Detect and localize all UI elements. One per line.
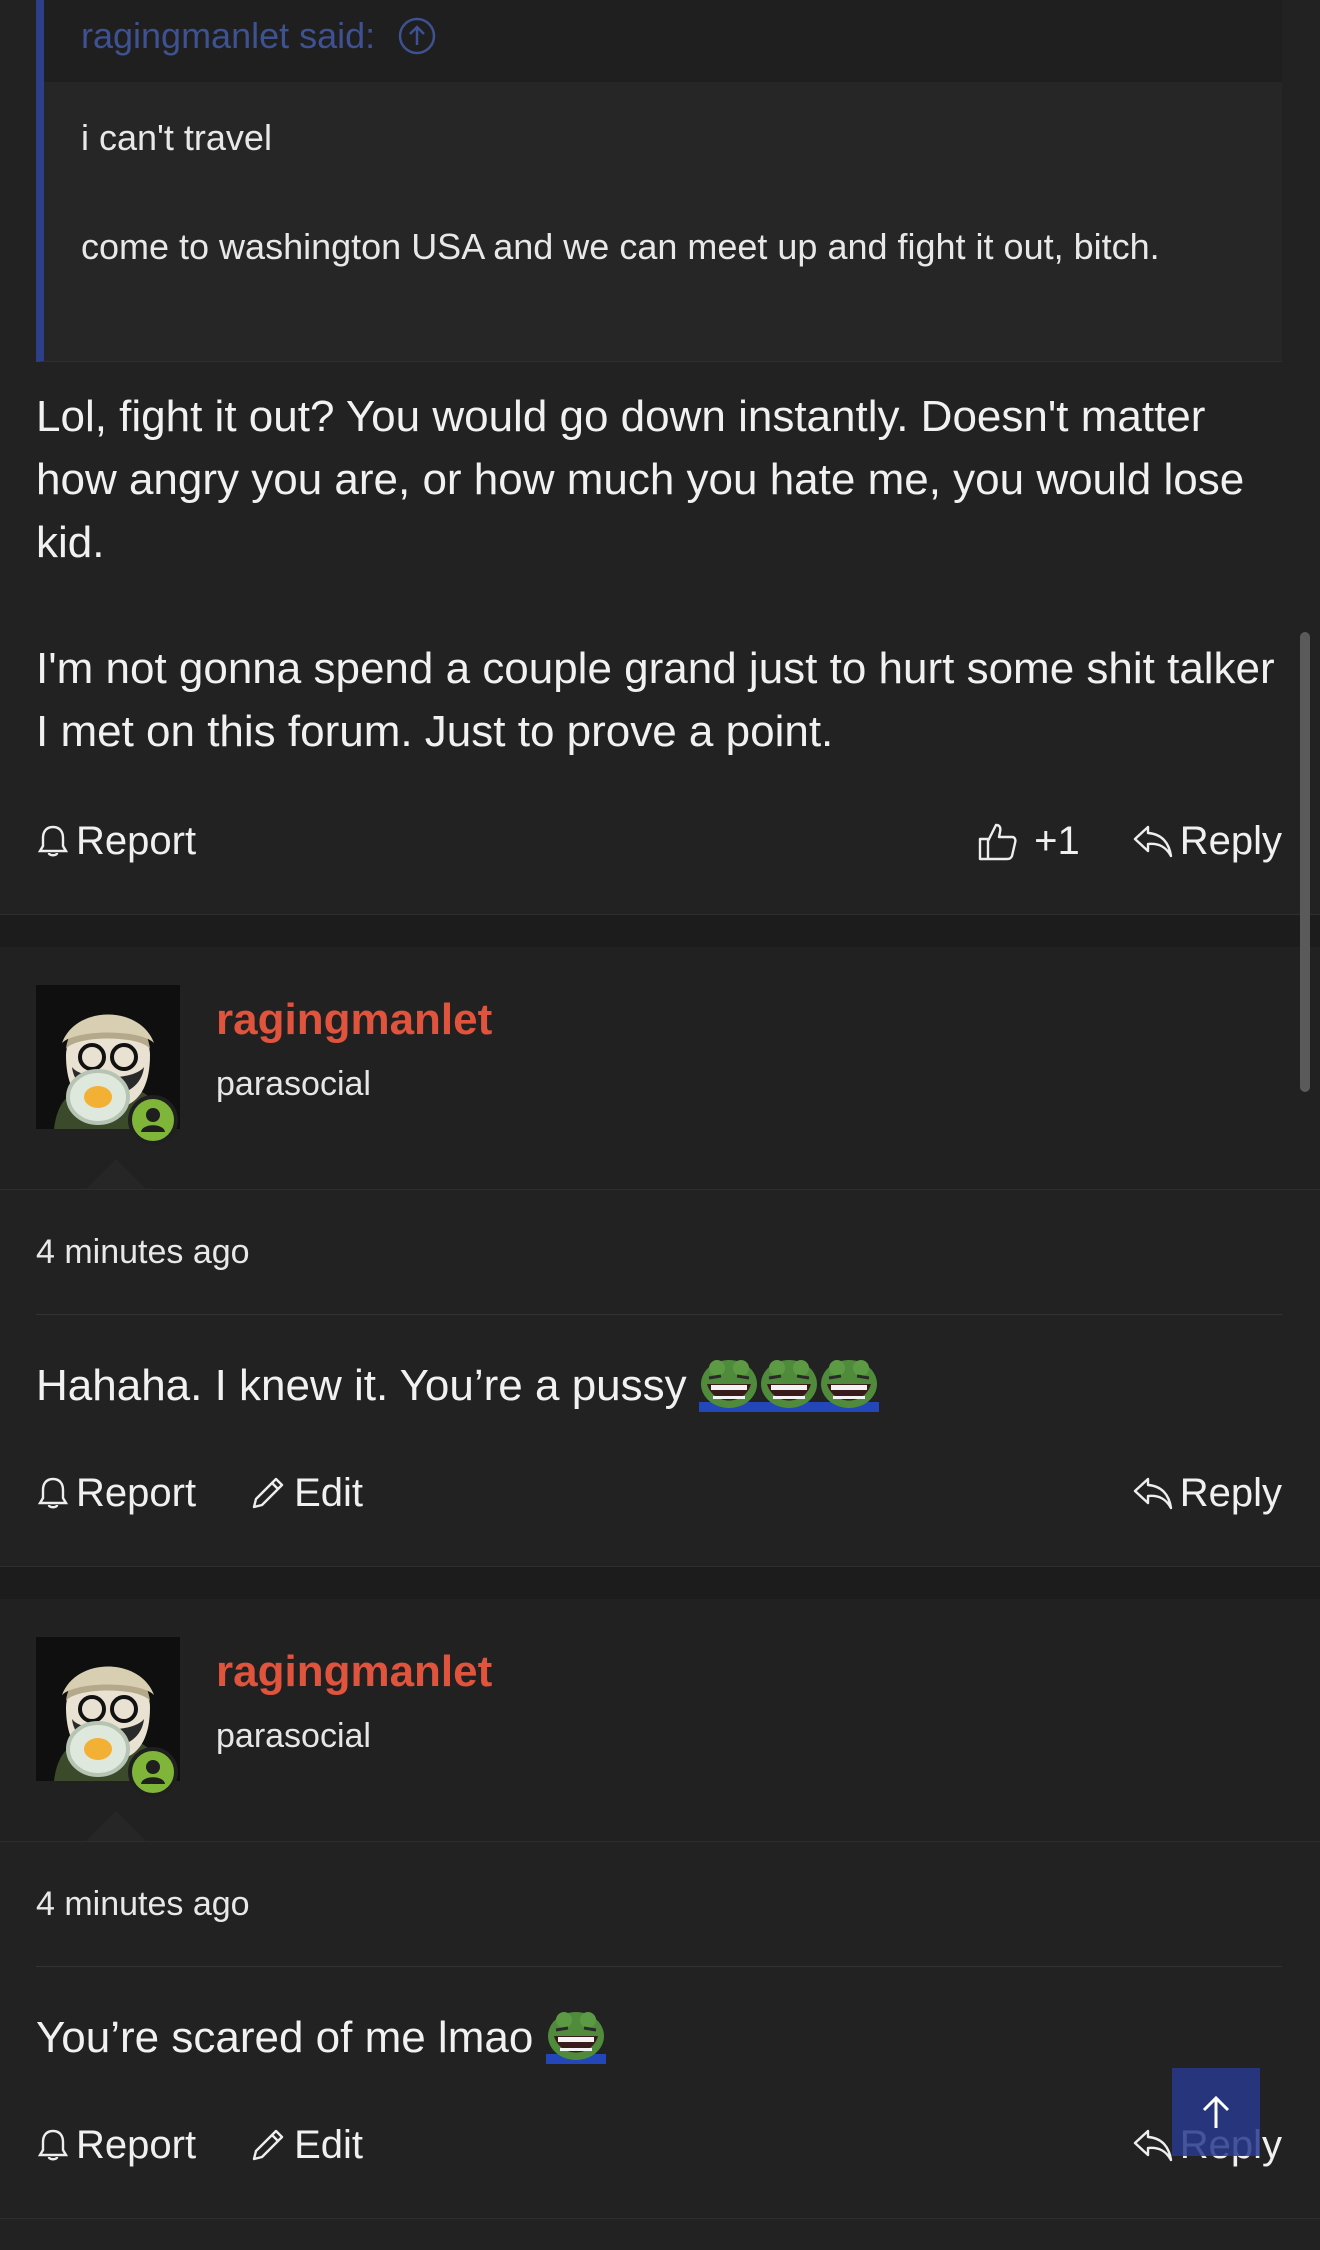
- header-pointer: [86, 1811, 146, 1841]
- header-pointer: [86, 1159, 146, 1189]
- like-count: +1: [1034, 818, 1080, 863]
- circle-arrow-up-icon[interactable]: [397, 16, 437, 56]
- quote-attribution-bar[interactable]: ragingmanlet said:: [44, 0, 1282, 82]
- laughing-frog-emote-icon: [698, 1354, 879, 1417]
- laughing-frog-emote-icon: [545, 2006, 606, 2069]
- report-label: Report: [76, 818, 197, 863]
- post-timestamp[interactable]: 4 minutes ago: [36, 1233, 250, 1272]
- quote-block: ragingmanlet said: i can't travel come t…: [36, 0, 1282, 362]
- post-timestamp[interactable]: 4 minutes ago: [36, 1885, 250, 1924]
- scroll-to-top-button[interactable]: [1172, 2068, 1260, 2156]
- pencil-icon: [252, 2129, 284, 2161]
- reply-arrow-icon: [1133, 1477, 1172, 1510]
- post-text: You’re scared of me lmao: [36, 2013, 534, 2062]
- divider: [36, 1966, 1282, 1967]
- divider: [36, 1314, 1282, 1315]
- username[interactable]: ragingmanlet: [216, 995, 492, 1045]
- edit-label: Edit: [294, 2122, 363, 2167]
- bell-icon: [37, 2129, 69, 2161]
- post-paragraph: Lol, fight it out? You would go down ins…: [36, 392, 1245, 567]
- post-user-header: ragingmanlet parasocial: [0, 947, 1320, 1189]
- thread-page: ragingmanlet said: i can't travel come t…: [0, 0, 1320, 2250]
- username[interactable]: ragingmanlet: [216, 1647, 492, 1697]
- reply-button[interactable]: Reply: [1132, 1471, 1282, 1516]
- report-label: Report: [76, 2122, 197, 2167]
- avatar[interactable]: [36, 1637, 180, 1797]
- bell-icon: [37, 1477, 69, 1509]
- report-label: Report: [76, 1470, 197, 1515]
- edit-label: Edit: [294, 1470, 363, 1515]
- reply-label: Reply: [1179, 1470, 1282, 1515]
- post-gap: [0, 915, 1320, 947]
- pencil-icon: [252, 1477, 284, 1509]
- bell-icon: [37, 825, 69, 857]
- quote-line: come to washington USA and we can meet u…: [81, 226, 1160, 267]
- reply-arrow-icon: [1133, 825, 1172, 858]
- divider: [0, 1189, 1320, 1190]
- quote-line: i can't travel: [81, 117, 272, 158]
- like-button[interactable]: +1: [976, 819, 1080, 864]
- edit-button[interactable]: Edit: [248, 2123, 363, 2168]
- thumbs-up-icon: [978, 823, 1017, 861]
- quote-body: i can't travel come to washington USA an…: [44, 82, 1282, 274]
- reply-button[interactable]: Reply: [1132, 819, 1282, 864]
- user-title: parasocial: [216, 1717, 371, 1755]
- post-actions: Report +1 Reply: [36, 806, 1282, 876]
- reply-label: Reply: [1179, 818, 1282, 863]
- post-paragraph: I'm not gonna spend a couple grand just …: [36, 644, 1275, 756]
- online-status-badge: [128, 1747, 178, 1797]
- arrow-up-icon: [1202, 2095, 1230, 2128]
- quote-attribution[interactable]: ragingmanlet said:: [81, 15, 375, 57]
- post-gap: [0, 1567, 1320, 1599]
- user-title: parasocial: [216, 1065, 371, 1103]
- post-text: Hahaha. I knew it. You’re a pussy: [36, 1361, 687, 1410]
- post-user-header: ragingmanlet parasocial: [0, 1599, 1320, 1841]
- post-actions: Report Edit Reply: [36, 1458, 1282, 1528]
- report-button[interactable]: Report: [36, 1471, 196, 1516]
- post-actions: Report Edit Reply: [36, 2110, 1282, 2180]
- avatar[interactable]: [36, 985, 180, 1145]
- report-button[interactable]: Report: [36, 819, 196, 864]
- online-status-badge: [128, 1095, 178, 1145]
- post-body: You’re scared of me lmao: [36, 2006, 1286, 2069]
- edit-button[interactable]: Edit: [248, 1471, 363, 1516]
- scrollbar-thumb[interactable]: [1300, 632, 1310, 1092]
- report-button[interactable]: Report: [36, 2123, 196, 2168]
- post-body: Lol, fight it out? You would go down ins…: [36, 385, 1286, 763]
- post-body: Hahaha. I knew it. You’re a pussy: [36, 1354, 1286, 1417]
- reply-arrow-icon: [1133, 2129, 1172, 2162]
- divider: [0, 1841, 1320, 1842]
- divider: [0, 2218, 1320, 2219]
